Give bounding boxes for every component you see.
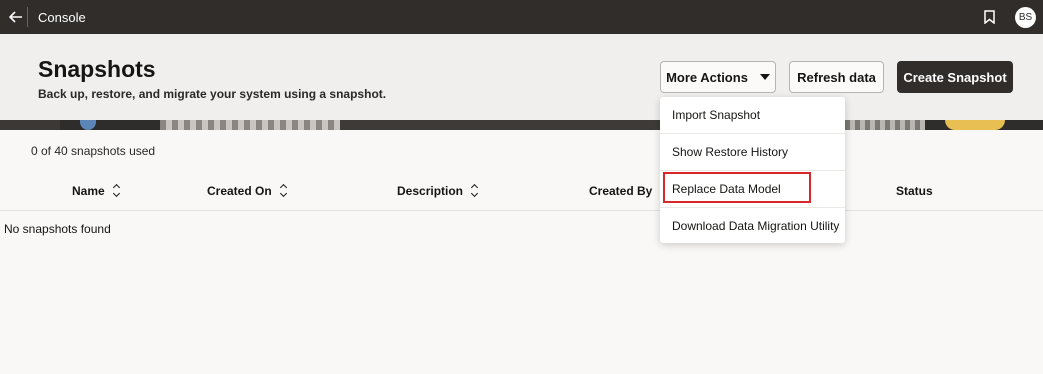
empty-table-message: No snapshots found <box>4 222 111 236</box>
topbar-divider <box>27 7 28 27</box>
create-snapshot-button[interactable]: Create Snapshot <box>897 61 1013 93</box>
caret-down-icon <box>759 74 770 80</box>
header-banner-image <box>0 120 1043 130</box>
user-avatar[interactable]: BS <box>1015 7 1036 28</box>
column-header-name[interactable]: Name <box>72 184 122 198</box>
column-label: Created By <box>589 184 653 198</box>
app-title: Console <box>38 10 86 25</box>
sort-icon[interactable] <box>471 185 480 197</box>
sort-icon[interactable] <box>113 185 122 197</box>
more-actions-label: More Actions <box>666 69 748 85</box>
column-label: Created On <box>207 184 272 198</box>
sort-icon[interactable] <box>280 185 289 197</box>
top-bar: Console BS <box>0 0 1043 34</box>
page-title: Snapshots <box>38 56 156 82</box>
column-header-created-on[interactable]: Created On <box>207 184 289 198</box>
menu-item-show-restore-history[interactable]: Show Restore History <box>660 134 845 171</box>
bookmark-icon[interactable] <box>980 8 998 26</box>
column-header-status[interactable]: Status <box>896 184 933 198</box>
page-subtitle: Back up, restore, and migrate your syste… <box>38 87 387 101</box>
back-arrow-icon[interactable] <box>4 5 28 29</box>
main-content <box>0 130 1043 374</box>
highlight-annotation-box <box>663 172 811 203</box>
column-header-description[interactable]: Description <box>397 184 480 198</box>
more-actions-menu: Import Snapshot Show Restore History Rep… <box>660 97 845 243</box>
column-label: Name <box>72 184 105 198</box>
page-header <box>0 34 1043 120</box>
column-label: Status <box>896 184 933 198</box>
table-header-divider <box>0 210 1043 211</box>
column-label: Description <box>397 184 464 198</box>
menu-item-download-data-migration-utility[interactable]: Download Data Migration Utility <box>660 207 845 244</box>
snapshot-usage-count: 0 of 40 snapshots used <box>31 144 156 158</box>
more-actions-button[interactable]: More Actions <box>660 61 776 93</box>
column-header-created-by[interactable]: Created By <box>589 184 652 198</box>
refresh-data-button[interactable]: Refresh data <box>789 61 884 93</box>
menu-item-import-snapshot[interactable]: Import Snapshot <box>660 97 845 134</box>
